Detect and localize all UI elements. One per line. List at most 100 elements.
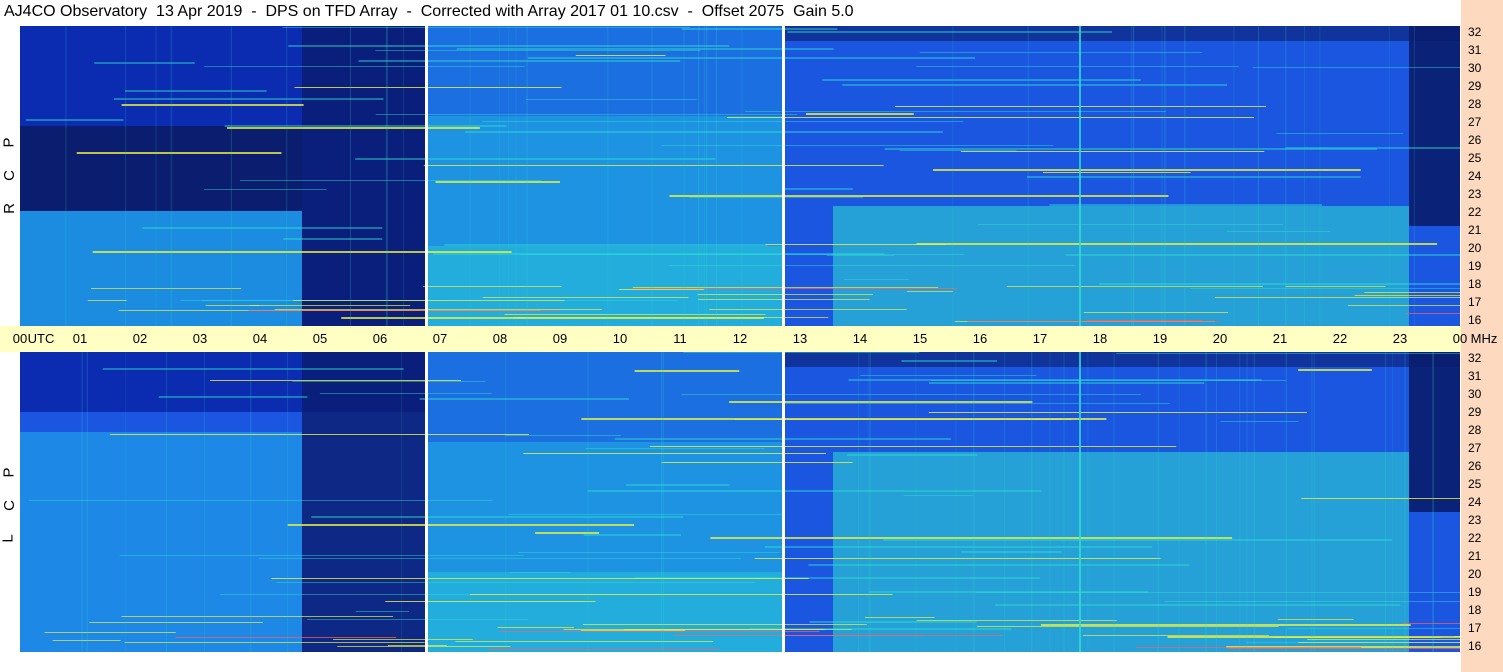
rfi-streak [649,446,1177,447]
vertical-noise [1285,352,1287,652]
vertical-noise [703,26,705,326]
vertical-noise [1204,352,1206,652]
vertical-noise [125,26,127,326]
vertical-noise [287,352,289,652]
rfi-streak [806,113,914,115]
low-freq-streak [1083,312,1229,313]
vertical-noise [973,352,975,652]
top-dark [782,26,1460,41]
mhz-tick-label: 19 [1468,585,1482,599]
vertical-noise [81,352,83,652]
top-dark [782,352,1460,367]
vertical-noise [401,352,403,652]
vertical-noise [683,26,685,326]
mhz-tick-label: 29 [1468,79,1482,93]
mhz-tick-label: 18 [1468,603,1482,617]
rfi-streak [587,490,1042,492]
mhz-tick-label: 29 [1468,405,1482,419]
rfi-streak [583,534,681,536]
vertical-noise [1133,26,1135,326]
rfi-streak [899,150,1017,151]
mhz-tick-label: 31 [1468,43,1482,57]
utc-tick-label: 15 [912,331,928,346]
rfi-streak [240,180,542,181]
vertical-noise [607,26,609,326]
low-freq-streak [337,646,511,647]
rfi-streak [456,48,834,50]
rfi-streak [311,516,684,518]
mhz-tick-label: 22 [1468,531,1482,545]
rfi-streak [842,84,1228,86]
rcp-spectrogram-panel [20,26,1460,326]
vertical-noise [651,26,653,326]
utc-tick-label: 00 [12,331,28,346]
rfi-streak [930,380,1287,381]
rfi-streak [1298,369,1372,371]
rfi-streak [903,495,974,496]
vertical-noise [125,352,127,652]
utc-tick-label: 02 [132,331,148,346]
utc-tick-label: 17 [1032,331,1048,346]
vertical-noise [1404,352,1406,652]
mhz-tick-label: 17 [1468,621,1482,635]
rfi-streak [661,462,853,463]
vertical-noise [1131,26,1133,326]
rfi-streak [916,66,1240,67]
low-freq-streak [293,300,565,301]
vertical-noise [1392,352,1394,652]
rfi-streak [509,572,571,573]
vertical-noise [170,26,172,326]
enhanced-band [20,432,302,652]
vertical-noise [171,26,173,326]
vertical-noise [715,26,717,326]
rfi-streak [928,382,1205,384]
utc-tick-label: 18 [1092,331,1108,346]
vertical-noise [1113,352,1115,652]
rfi-streak [355,158,716,160]
low-freq-streak [44,632,176,633]
rfi-streak [292,381,486,382]
vertical-noise [203,352,205,652]
absorption-band [20,126,302,211]
vertical-noise [515,26,517,326]
rfi-streak [808,564,1190,566]
vertical-noise [1184,26,1186,326]
rfi-streak [287,524,635,526]
vertical-noise [955,352,957,652]
rfi-streak [919,52,1203,53]
low-freq-streak [504,314,766,315]
rfi-streak [258,558,741,559]
rfi-streak [525,99,697,100]
vertical-noise [385,26,387,326]
rfi-streak [114,98,384,100]
utc-tick-label: 23 [1392,331,1408,346]
rfi-streak [283,238,383,240]
low-freq-streak [1285,286,1386,287]
low-freq-streak [387,645,447,646]
late-night-block [1409,26,1460,226]
vertical-noise [1206,352,1208,652]
chart-title: AJ4CO Observatory 13 Apr 2019 - DPS on T… [4,3,854,20]
vertical-noise [661,352,663,652]
dark-block [302,352,425,652]
utc-tick-label: 09 [552,331,568,346]
vertical-noise [86,352,88,652]
vertical-noise [403,26,405,326]
low-freq-streak [1215,297,1460,298]
rcp-spectrogram [20,26,1460,326]
rfi-streak [1065,254,1460,256]
vertical-noise [505,352,507,652]
vertical-noise [1313,352,1315,652]
mhz-tick-label: 27 [1468,115,1482,129]
vertical-noise [250,352,252,652]
vertical-noise [508,26,510,326]
mhz-tick-label: 20 [1468,241,1482,255]
rfi-streak [1026,176,1361,178]
utc-tick-label: 03 [192,331,208,346]
rfi-streak [585,448,765,449]
low-freq-streak [175,637,397,638]
vertical-noise [587,352,589,652]
vertical-noise [1253,352,1255,652]
rfi-streak [375,114,798,115]
utc-tick-label: 07 [432,331,448,346]
